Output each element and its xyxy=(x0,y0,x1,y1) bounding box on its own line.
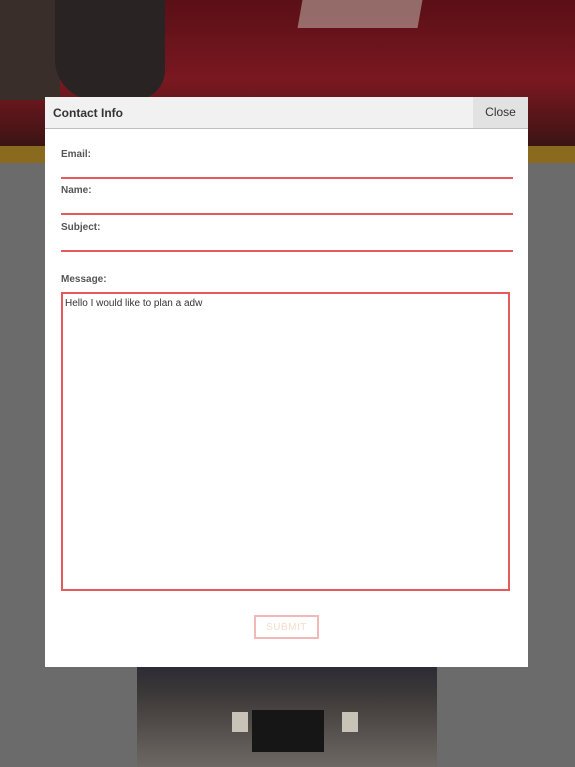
name-input[interactable] xyxy=(61,201,513,215)
background-lamp-right xyxy=(342,712,358,732)
close-button[interactable]: Close xyxy=(473,97,528,128)
contact-modal: Contact Info Close Email: Name: Subject:… xyxy=(45,97,528,667)
message-textarea[interactable]: Hello I would like to plan a adw xyxy=(61,292,510,591)
name-field-group: Name: xyxy=(61,185,513,215)
message-field-group: Message: xyxy=(61,274,513,285)
modal-title: Contact Info xyxy=(53,106,123,120)
background-tray xyxy=(297,0,423,28)
subject-input[interactable] xyxy=(61,238,513,252)
subject-label: Subject: xyxy=(61,222,101,233)
email-input[interactable] xyxy=(61,165,513,179)
message-label: Message: xyxy=(61,274,107,285)
email-field-group: Email: xyxy=(61,149,513,179)
background-tv xyxy=(252,710,324,752)
modal-header: Contact Info Close xyxy=(45,97,528,129)
email-label: Email: xyxy=(61,149,92,160)
subject-field-group: Subject: xyxy=(61,222,513,252)
name-label: Name: xyxy=(61,185,92,196)
background-lamp-left xyxy=(232,712,248,732)
background-photo-bottom xyxy=(137,666,437,767)
submit-button[interactable]: SUBMIT xyxy=(254,615,319,639)
background-person xyxy=(55,0,165,100)
background-floor xyxy=(0,0,60,100)
